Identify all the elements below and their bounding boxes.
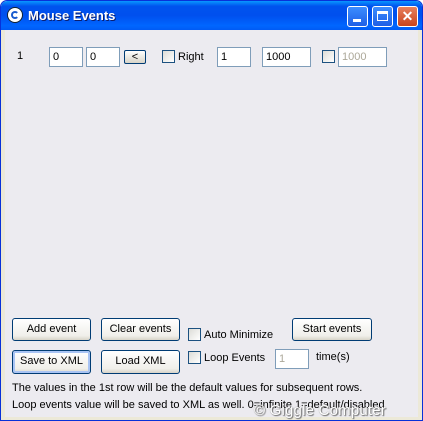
save-to-xml-button[interactable]: Save to XML xyxy=(12,350,91,374)
x-coordinate-input[interactable]: 0 xyxy=(49,47,83,67)
watermark: © Giggle Computer xyxy=(254,402,387,419)
delay-input[interactable]: 1000 xyxy=(262,47,311,67)
right-click-checkbox[interactable] xyxy=(162,50,175,63)
times-label: time(s) xyxy=(316,351,350,363)
events-panel: 1 0 0 < Right 1 1000 1000 Add event Clea… xyxy=(5,30,418,417)
auto-minimize-checkbox[interactable] xyxy=(188,328,201,341)
capture-position-button[interactable]: < xyxy=(124,50,146,64)
title-bar[interactable]: Mouse Events ✕ xyxy=(1,1,422,30)
minimize-icon xyxy=(353,19,361,22)
y-coordinate-input[interactable]: 0 xyxy=(86,47,120,67)
close-button[interactable]: ✕ xyxy=(397,6,418,27)
add-event-button[interactable]: Add event xyxy=(12,318,91,341)
minimize-button[interactable] xyxy=(347,6,368,27)
right-click-label[interactable]: Right xyxy=(178,51,204,64)
extra-delay-input[interactable]: 1000 xyxy=(338,47,387,67)
row-index: 1 xyxy=(17,50,24,62)
maximize-icon xyxy=(377,11,388,21)
auto-minimize-label[interactable]: Auto Minimize xyxy=(204,329,273,342)
mouse-events-window: Mouse Events ✕ 1 0 0 < Right 1 1000 1000… xyxy=(0,0,423,421)
start-events-button[interactable]: Start events xyxy=(292,318,372,341)
app-icon[interactable] xyxy=(7,7,23,23)
window-title: Mouse Events xyxy=(28,8,116,23)
loop-events-label[interactable]: Loop Events xyxy=(204,352,265,365)
close-icon: ✕ xyxy=(401,8,414,24)
clear-events-button[interactable]: Clear events xyxy=(101,318,180,341)
info-text-line-1: The values in the 1st row will be the de… xyxy=(12,382,363,394)
maximize-button[interactable] xyxy=(372,6,393,27)
loop-count-input[interactable]: 1 xyxy=(275,349,309,369)
loop-events-checkbox[interactable] xyxy=(188,351,201,364)
load-xml-button[interactable]: Load XML xyxy=(101,350,180,374)
extra-delay-checkbox[interactable] xyxy=(322,50,335,63)
click-count-input[interactable]: 1 xyxy=(217,47,251,67)
